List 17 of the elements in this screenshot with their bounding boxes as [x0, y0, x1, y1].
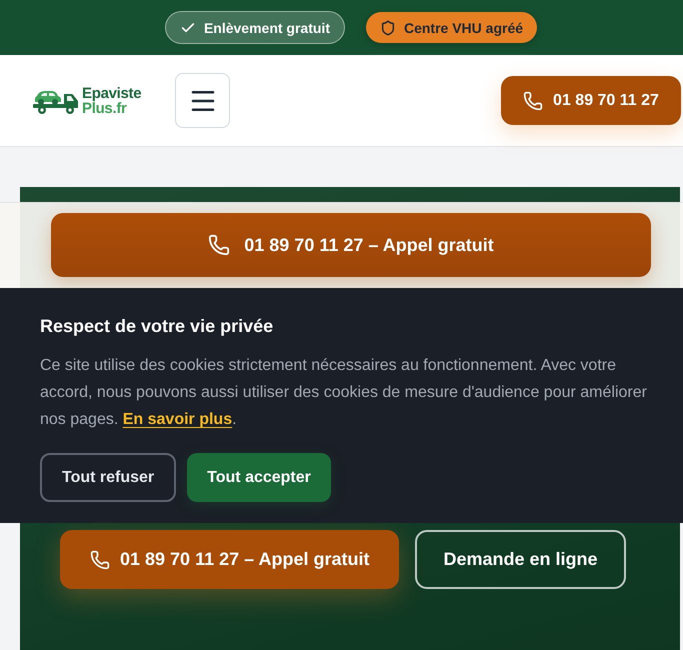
logo-text[interactable]: Epaviste Plus.fr — [82, 86, 142, 116]
cookie-text: Ce site utilise des cookies strictement nécessaires au fonctionnement. Avec votre accord, nous pouvons aussi utiliser des cookies de mesure d'audience pour améliorer nos pages. En savoir plus. — [40, 356, 648, 430]
phone-icon — [523, 90, 544, 110]
badge-label: Enlèvement gratuit — [204, 20, 330, 36]
badge-label: Centre VHU agréé — [404, 20, 524, 36]
refuse-button[interactable]: Tout refuser — [40, 453, 176, 502]
call-button[interactable]: 01 89 70 11 27 – Appel gratuit — [51, 213, 651, 277]
learn-more-link[interactable]: En savoir plus — [122, 411, 232, 428]
phone-icon — [90, 550, 110, 570]
menu-button[interactable] — [175, 73, 230, 128]
call-button[interactable]: 01 89 70 11 27 — [501, 76, 681, 125]
call-button[interactable]: 01 89 70 11 27 – Appel gratuit — [60, 530, 400, 589]
online-request-button[interactable]: Demande en ligne — [415, 530, 626, 589]
phone-icon — [208, 234, 230, 256]
cookie-title: Respect de votre vie privée — [40, 315, 274, 338]
shield-icon — [380, 20, 396, 36]
accept-button[interactable]: Tout accepter — [187, 453, 331, 502]
